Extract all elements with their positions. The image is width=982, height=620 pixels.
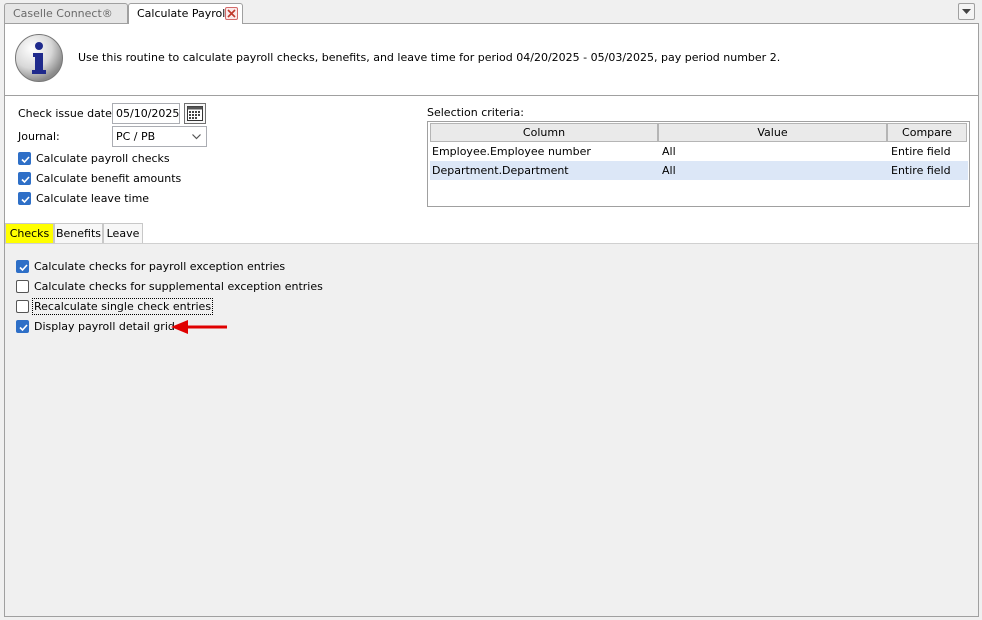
info-icon xyxy=(14,33,64,86)
calc-payroll-checks-label: Calculate payroll checks xyxy=(36,152,170,165)
cell-value: All xyxy=(662,145,676,158)
recalc-single-check-label: Recalculate single check entries xyxy=(31,298,214,315)
cell-column: Department.Department xyxy=(432,164,569,177)
tab-caselle-connect[interactable]: Caselle Connect® xyxy=(4,3,128,23)
close-icon[interactable] xyxy=(225,7,238,20)
supplemental-exception-checkbox[interactable] xyxy=(16,280,29,293)
journal-select-value: PC / PB xyxy=(116,130,156,143)
journal-label: Journal: xyxy=(18,130,60,143)
tab-leave[interactable]: Leave xyxy=(103,223,143,243)
calendar-icon[interactable] xyxy=(184,103,206,124)
recalc-single-check-checkbox[interactable] xyxy=(16,300,29,313)
info-header: Use this routine to calculate payroll ch… xyxy=(5,24,978,95)
selection-criteria-grid: Column Value Compare Employee.Employee n… xyxy=(427,121,970,207)
info-message: Use this routine to calculate payroll ch… xyxy=(78,51,781,64)
cell-column: Employee.Employee number xyxy=(432,145,591,158)
journal-select[interactable]: PC / PB xyxy=(112,126,207,147)
display-detail-grid-label: Display payroll detail grid xyxy=(34,320,175,333)
cell-compare: Entire field xyxy=(891,145,951,158)
check-issue-date-field[interactable]: 05/10/2025 xyxy=(112,103,180,124)
chevron-down-icon[interactable] xyxy=(958,3,975,20)
calc-leave-time-checkbox[interactable] xyxy=(18,192,31,205)
payroll-exception-checkbox[interactable] xyxy=(16,260,29,273)
header-divider xyxy=(5,95,978,96)
section-tabs: Checks Benefits Leave xyxy=(5,223,405,243)
checks-tab-panel: Calculate checks for payroll exception e… xyxy=(5,243,978,616)
calc-leave-time-label: Calculate leave time xyxy=(36,192,150,205)
check-issue-date-label: Check issue date: xyxy=(18,107,116,120)
column-header-column[interactable]: Column xyxy=(430,123,658,142)
column-header-value[interactable]: Value xyxy=(658,123,887,142)
display-detail-grid-checkbox[interactable] xyxy=(16,320,29,333)
cell-value: All xyxy=(662,164,676,177)
tab-checks[interactable]: Checks xyxy=(5,223,54,243)
annotation-arrow-icon xyxy=(171,320,227,334)
calculate-payroll-window: Caselle Connect® Calculate Payroll Use t… xyxy=(0,0,982,620)
tab-benefits[interactable]: Benefits xyxy=(54,223,103,243)
main-panel: Use this routine to calculate payroll ch… xyxy=(4,23,979,617)
table-row[interactable]: Employee.Employee number All Entire fiel… xyxy=(430,142,968,161)
supplemental-exception-label: Calculate checks for supplemental except… xyxy=(34,280,323,293)
calc-benefit-amounts-label: Calculate benefit amounts xyxy=(36,172,182,185)
selection-criteria-label: Selection criteria: xyxy=(427,106,524,119)
tab-calculate-payroll-label: Calculate Payroll xyxy=(137,7,229,20)
calc-benefit-amounts-checkbox[interactable] xyxy=(18,172,31,185)
chevron-down-icon xyxy=(192,134,201,140)
column-header-compare[interactable]: Compare xyxy=(887,123,967,142)
calc-payroll-checks-checkbox[interactable] xyxy=(18,152,31,165)
tab-caselle-connect-label: Caselle Connect® xyxy=(13,7,113,20)
table-row[interactable]: Department.Department All Entire field xyxy=(430,161,968,180)
payroll-exception-label: Calculate checks for payroll exception e… xyxy=(34,260,286,273)
tab-calculate-payroll[interactable]: Calculate Payroll xyxy=(128,3,243,24)
cell-compare: Entire field xyxy=(891,164,951,177)
